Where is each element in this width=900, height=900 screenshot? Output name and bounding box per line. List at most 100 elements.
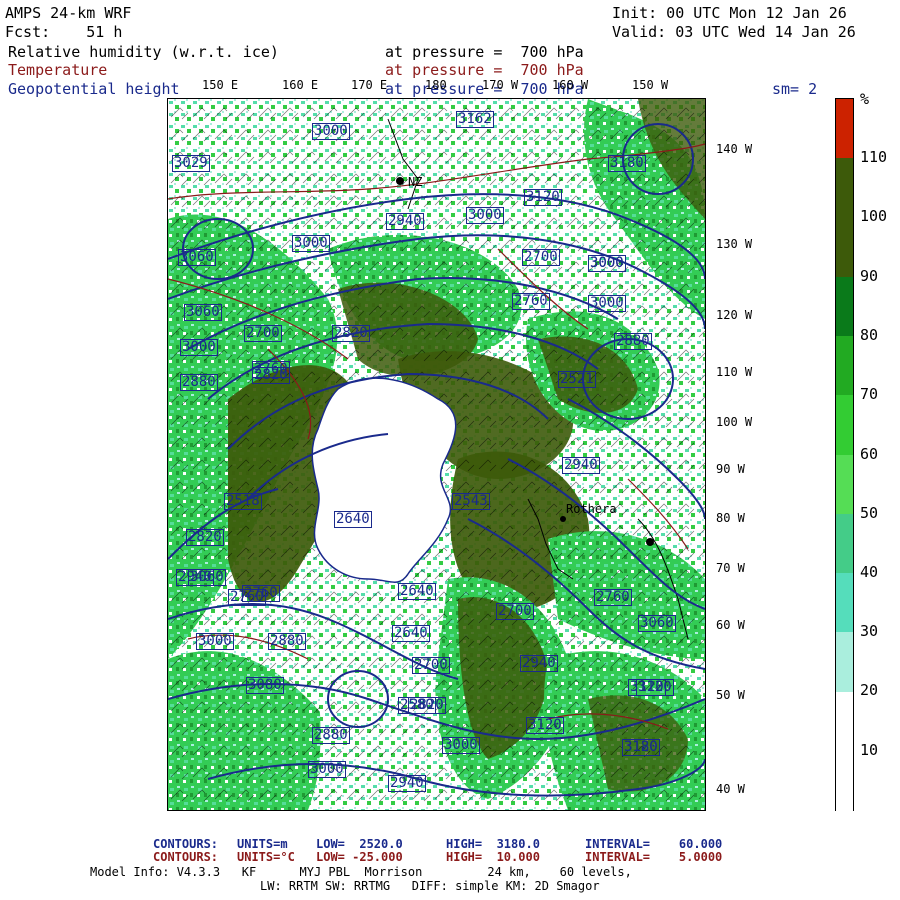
contour-label: 3000 — [292, 235, 330, 252]
contour-label: 2760 — [228, 589, 266, 606]
colorbar-segment — [836, 336, 853, 396]
colorbar-tick: 80 — [860, 326, 879, 344]
contour-label: 2760 — [594, 589, 632, 606]
contour-label: 2640 — [392, 625, 430, 642]
top-lon-label: 170 E — [351, 78, 388, 92]
weather-map: NZ Rothera 3162 3000 3029 2940 3000 3060… — [167, 98, 706, 811]
colorbar-segment — [836, 217, 853, 278]
contour-label: 2940 — [520, 655, 558, 672]
colorbar-segment — [836, 513, 853, 574]
contour-label: 3120 — [526, 717, 564, 734]
contour-label: 3000 — [588, 255, 626, 272]
contour-label: 2880 — [180, 374, 218, 391]
init-time: Init: 00 UTC Mon 12 Jan 26 — [612, 4, 847, 22]
valid-time: Valid: 03 UTC Wed 14 Jan 26 — [612, 23, 856, 41]
right-lon-label: 60 W — [716, 618, 745, 632]
colorbar-tick: 60 — [860, 445, 879, 463]
colorbar-tick: 30 — [860, 622, 879, 640]
footer-contour2-label: CONTOURS: — [153, 850, 219, 864]
contour-label: 3060 — [188, 569, 226, 586]
colorbar-tick: 40 — [860, 563, 879, 581]
contour-label: 2880 — [268, 633, 306, 650]
right-lon-label: 100 W — [716, 415, 753, 429]
colorbar-tick: 110 — [860, 148, 888, 166]
top-lon-label: 160 E — [282, 78, 319, 92]
colorbar-segment — [836, 99, 853, 159]
colorbar-segment — [836, 158, 853, 218]
top-lon-label: 170 W — [482, 78, 519, 92]
contour-label: 3162 — [456, 111, 494, 128]
geopotential-field-label: Geopotential height — [8, 80, 180, 98]
temperature-level-label: at pressure = 700 hPa — [385, 61, 584, 79]
rothera-station-dot — [560, 516, 566, 522]
contour-label: 2700 — [522, 249, 560, 266]
model-title: AMPS 24-km WRF — [5, 4, 132, 22]
colorbar-tick: 70 — [860, 385, 879, 403]
contour-label: 3000 — [308, 761, 346, 778]
nz-station-dot — [396, 177, 404, 185]
contour-label: 3080 — [246, 677, 284, 694]
colorbar — [835, 98, 854, 811]
top-lon-label: 150 W — [632, 78, 669, 92]
contour-label: 3000 — [588, 295, 626, 312]
rh-level-label: at pressure = 700 hPa — [385, 43, 584, 61]
footer-contour2-interval: INTERVAL= 5.0000 — [585, 850, 723, 864]
contour-label: 3120 — [622, 739, 660, 756]
contour-label: 2521 — [558, 371, 596, 388]
contour-label: 3000 — [466, 207, 504, 224]
right-lon-label: 70 W — [716, 561, 745, 575]
colorbar-segment — [836, 691, 853, 752]
top-lon-label: 160 W — [552, 78, 589, 92]
contour-label: 3180 — [608, 155, 646, 172]
contour-label: 2640 — [398, 583, 436, 600]
colorbar-segment — [836, 632, 853, 692]
colorbar-segment — [836, 395, 853, 455]
contour-label: 2820 — [408, 697, 446, 714]
right-lon-label: 80 W — [716, 511, 745, 525]
colorbar-segment — [836, 454, 853, 515]
right-lon-label: 110 W — [716, 365, 753, 379]
contour-label: 3000 — [196, 633, 234, 650]
colorbar-tick: 20 — [860, 681, 879, 699]
contour-label: 3029 — [172, 155, 210, 172]
contour-label: 2880 — [614, 333, 652, 350]
contour-label: 2940 — [388, 775, 426, 792]
colorbar-tick: 50 — [860, 504, 879, 522]
footer-contour2-low: LOW= -25.000 — [316, 850, 403, 864]
contour-label: 2518 — [224, 493, 262, 510]
footer-contour2-high: HIGH= 10.000 — [446, 850, 540, 864]
footer-model-info-2: LW: RRTM SW: RRTMG DIFF: simple KM: 2D S… — [260, 879, 600, 893]
colorbar-segment — [836, 276, 853, 337]
contour-label: 3000 — [312, 123, 350, 140]
top-lon-label: 180 — [425, 78, 447, 92]
colorbar-segment — [836, 750, 853, 811]
contour-label: 2760 — [512, 293, 550, 310]
contour-label: 2700 — [244, 325, 282, 342]
contour-label: 2820 — [186, 529, 224, 546]
forecast-hour: Fcst: 51 h — [5, 23, 123, 41]
right-lon-label: 120 W — [716, 308, 753, 322]
contour-label: 2700 — [496, 603, 534, 620]
temperature-field-label: Temperature — [8, 61, 108, 79]
colorbar-tick: 100 — [860, 207, 888, 225]
contour-label: 2940 — [562, 457, 600, 474]
contour-label: 2940 — [386, 213, 424, 230]
right-lon-label: 50 W — [716, 688, 745, 702]
contour-label: 2640 — [334, 511, 372, 528]
footer-contour2-units: UNITS=°C — [237, 850, 295, 864]
top-lon-label: 150 E — [202, 78, 239, 92]
contour-label: 3000 — [442, 737, 480, 754]
colorbar-tick: 90 — [860, 267, 879, 285]
footer-model-info: Model Info: V4.3.3 KF MYJ PBL Morrison 2… — [90, 865, 632, 879]
right-lon-label: 90 W — [716, 462, 745, 476]
contour-label: 3060 — [178, 249, 216, 266]
contour-label: 2820 — [332, 325, 370, 342]
contour-label: 2543 — [452, 493, 490, 510]
station-dot — [646, 538, 654, 546]
contour-label: 3060 — [184, 304, 222, 321]
right-lon-label: 140 W — [716, 142, 753, 156]
contour-label: 3000 — [180, 339, 218, 356]
contour-label: 3120 — [628, 679, 666, 696]
colorbar-tick: 10 — [860, 741, 879, 759]
place-label-nz: NZ — [408, 175, 423, 189]
